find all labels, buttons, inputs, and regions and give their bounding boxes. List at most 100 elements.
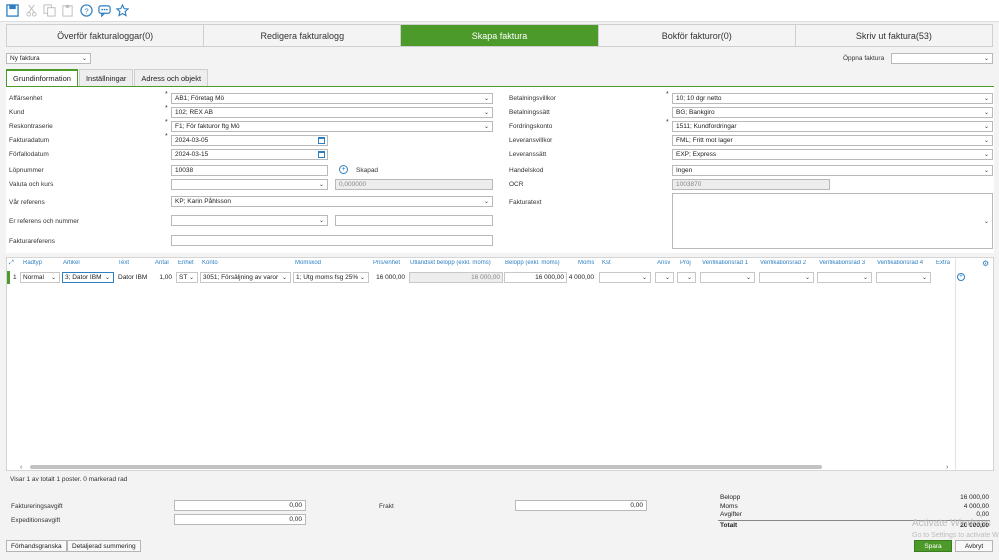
add-row-icon[interactable]: +	[957, 273, 965, 281]
cell-antal[interactable]: 1,00	[154, 272, 174, 283]
col-verif2[interactable]: Verifikationsrad 2	[760, 260, 814, 270]
add-circle-icon[interactable]: +	[339, 165, 348, 174]
ocr-input[interactable]: 1003870	[672, 179, 830, 190]
tab-create-invoice[interactable]: Skapa faktura	[401, 25, 599, 46]
reskontraserie-select[interactable]: F1; För fakturor ftg Mö ⌄	[171, 121, 493, 132]
col-enhet[interactable]: Enhet	[178, 260, 194, 270]
col-extra[interactable]: Extra	[936, 260, 954, 270]
er-referens-select[interactable]: ⌄	[171, 215, 328, 226]
col-ansv[interactable]: Ansv	[657, 260, 670, 270]
faktureringsavgift-input[interactable]: 0,00	[174, 500, 306, 511]
lopnummer-input[interactable]: 10038	[171, 165, 328, 176]
valuta-select[interactable]: ⌄	[171, 179, 328, 190]
cell-proj[interactable]: ⌄	[677, 272, 696, 283]
cell-enhet[interactable]: ST ⌄	[176, 272, 198, 283]
subtab-installningar[interactable]: Inställningar	[78, 69, 134, 86]
detailed-summary-button[interactable]: Detaljerad summering	[67, 540, 141, 552]
subtab-adress-och-objekt[interactable]: Adress och objekt	[134, 69, 209, 86]
preview-button[interactable]: Förhandsgranska	[6, 540, 67, 552]
cell-pris[interactable]: 16 000,00	[371, 272, 407, 283]
scroll-right-icon[interactable]: ›	[946, 464, 948, 471]
frakt-input[interactable]: 0,00	[515, 500, 647, 511]
cell-ansv[interactable]: ⌄	[655, 272, 674, 283]
star-icon[interactable]	[115, 3, 130, 18]
fordringskonto-select[interactable]: 1511; Kundfordringar ⌄	[672, 121, 993, 132]
save-icon[interactable]	[5, 3, 20, 18]
col-moms[interactable]: Moms	[578, 260, 594, 270]
copy-icon[interactable]	[42, 3, 57, 18]
cell-konto[interactable]: 3051; Försäljning av varor ⌄	[200, 272, 291, 283]
cell-moms[interactable]: 4 000,00	[568, 272, 596, 283]
col-momskod[interactable]: Momskod	[295, 260, 321, 270]
betalningssatt-select[interactable]: BG; Bankgiro ⌄	[672, 107, 993, 118]
col-utl-belopp[interactable]: Utländskt belopp (exkl. moms)	[410, 260, 503, 270]
col-text[interactable]: Text	[118, 260, 129, 270]
handelskod-select[interactable]: Ingen ⌄	[672, 165, 993, 176]
col-belopp[interactable]: Belopp (exkl. moms)	[505, 260, 560, 270]
col-antal[interactable]: Antal	[155, 260, 169, 270]
sum-totalt-label: Totalt	[720, 522, 738, 529]
col-verif1[interactable]: Verifikationsrad 1	[702, 260, 756, 270]
calendar-icon[interactable]	[318, 137, 325, 144]
chevron-down-icon: ⌄	[359, 275, 365, 281]
er-referens-nummer-input[interactable]	[335, 215, 493, 226]
col-proj[interactable]: Proj	[680, 260, 691, 270]
betalningsvillkor-label: Betalningsvillkor	[509, 95, 556, 102]
cell-verif2[interactable]: ⌄	[759, 272, 814, 283]
kund-select[interactable]: 102; REX AB ⌄	[171, 107, 493, 118]
forfallodatum-input[interactable]: 2024-03-15	[171, 149, 328, 160]
betalningsvillkor-select[interactable]: 10; 10 dgr netto ⌄	[672, 93, 993, 104]
fordringskonto-label: Fordringskonto	[509, 123, 553, 130]
fakturatext-textarea[interactable]: ⌄	[672, 193, 993, 249]
cell-belopp[interactable]: 16 000,00	[504, 272, 567, 283]
kurs-input[interactable]: 0,000000	[335, 179, 493, 190]
calendar-icon[interactable]	[318, 151, 325, 158]
tab-transfer-logs[interactable]: Överför fakturaloggar(0)	[7, 25, 205, 46]
col-kst[interactable]: Kst	[602, 260, 611, 270]
cell-artikel[interactable]: 3; Dator IBM ⌄	[62, 272, 114, 283]
paste-icon[interactable]	[60, 3, 75, 18]
cell-momskod[interactable]: 1; Utg moms fsg 25% ⌄	[293, 272, 369, 283]
tab-edit-log[interactable]: Redigera fakturalogg	[204, 25, 402, 46]
col-konto[interactable]: Konto	[202, 260, 218, 270]
cell-verif4[interactable]: ⌄	[876, 272, 931, 283]
horizontal-scrollbar[interactable]	[30, 465, 822, 469]
save-button[interactable]: Spara	[914, 540, 952, 552]
cell-verif1[interactable]: ⌄	[700, 272, 755, 283]
chat-icon[interactable]	[97, 3, 112, 18]
col-artikel[interactable]: Artikel	[63, 260, 80, 270]
fakturareferens-input[interactable]	[171, 235, 493, 246]
settings-gear-icon[interactable]: ⚙	[982, 259, 989, 268]
open-invoice-select[interactable]: ⌄	[891, 53, 993, 64]
scroll-left-icon[interactable]: ‹	[20, 464, 22, 471]
cell-enhet-value: ST	[179, 274, 188, 281]
fakturadatum-input[interactable]: 2024-03-05	[171, 135, 328, 146]
col-radtyp[interactable]: Radtyp	[23, 260, 42, 270]
affarsenhet-select[interactable]: AB1; Företag Mö ⌄	[171, 93, 493, 104]
var-referens-select[interactable]: KP; Karin Påhlsson ⌄	[171, 196, 493, 207]
cut-icon[interactable]	[24, 3, 39, 18]
chevron-down-icon: ⌄	[81, 56, 87, 62]
leveranssatt-select[interactable]: EXP; Express ⌄	[672, 149, 993, 160]
tab-post-invoices[interactable]: Bokför fakturor(0)	[599, 25, 796, 46]
cell-radtyp[interactable]: Normal ⌄	[20, 272, 60, 283]
invoice-select[interactable]: Ny faktura ⌄	[6, 53, 91, 64]
subtab-grundinformation[interactable]: Grundinformation	[6, 69, 78, 86]
expand-icon[interactable]: ⤢	[9, 260, 14, 267]
cell-verif3[interactable]: ⌄	[817, 272, 872, 283]
col-verif3[interactable]: Verifikationsrad 3	[819, 260, 873, 270]
col-pris[interactable]: Pris/enhet	[373, 260, 400, 270]
leveransvillkor-select[interactable]: FML; Fritt mot lager ⌄	[672, 135, 993, 146]
help-icon[interactable]: ?	[79, 3, 94, 18]
col-verif4[interactable]: Verifikationsrad 4	[877, 260, 931, 270]
cell-text[interactable]: Dator IBM	[116, 272, 152, 283]
sum-belopp-value: 16 000,00	[960, 494, 989, 501]
valuta-label: Valuta och kurs	[9, 181, 54, 188]
forfallodatum-label: Förfallodatum	[9, 151, 49, 158]
tab-print-invoice[interactable]: Skriv ut faktura(53)	[796, 25, 992, 46]
cancel-button[interactable]: Avbryt	[955, 540, 993, 552]
cell-utl-belopp[interactable]: 16 000,00	[409, 272, 503, 283]
cell-kst[interactable]: ⌄	[599, 272, 651, 283]
expeditionsavgift-input[interactable]: 0,00	[174, 514, 306, 525]
lopnummer-value: 10038	[175, 167, 194, 174]
